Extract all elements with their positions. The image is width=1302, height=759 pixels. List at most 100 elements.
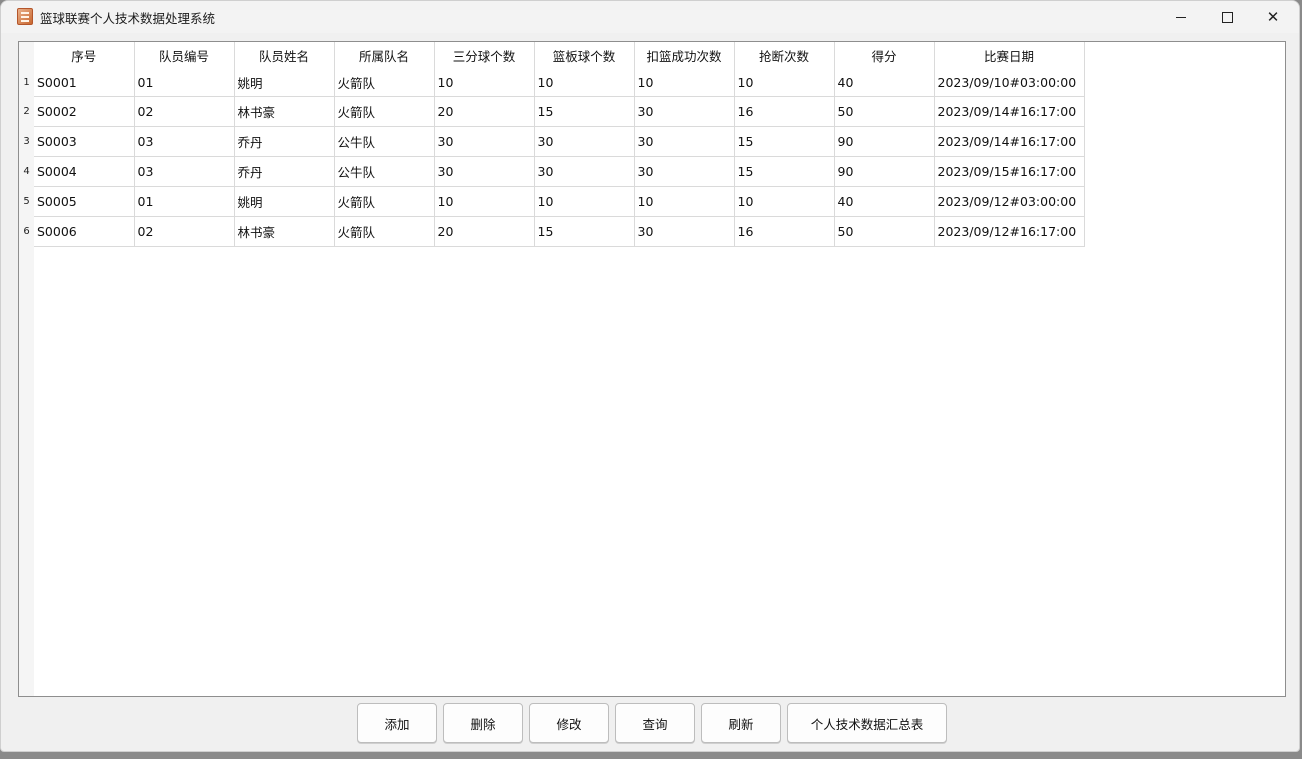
- table-cell[interactable]: 10: [734, 69, 835, 97]
- close-button[interactable]: ✕: [1250, 1, 1296, 33]
- table-cell[interactable]: 30: [634, 216, 735, 247]
- row-header[interactable]: 4: [19, 156, 34, 186]
- table-cell[interactable]: 30: [434, 156, 535, 187]
- table-cell[interactable]: 2023/09/12#16:17:00: [934, 216, 1085, 247]
- corner-cell[interactable]: [19, 42, 34, 69]
- column-header[interactable]: 序号: [34, 42, 135, 69]
- column-header[interactable]: 得分: [834, 42, 935, 69]
- table-row[interactable]: 3 S0003 03 乔丹 公牛队 30 30 30 15 90 2023/09/14#16:17:…: [19, 126, 1085, 157]
- delete-button[interactable]: 删除: [443, 703, 523, 743]
- table-row[interactable]: 2 S0002 02 林书豪 火箭队 20 15 30 16 50 2023/09/14#16:17…: [19, 96, 1085, 127]
- table-cell[interactable]: 40: [834, 69, 935, 97]
- table-cell[interactable]: 公牛队: [334, 126, 435, 157]
- table-cell[interactable]: S0005: [34, 186, 135, 217]
- table-cell[interactable]: 2023/09/14#16:17:00: [934, 126, 1085, 157]
- table-cell[interactable]: 公牛队: [334, 156, 435, 187]
- table-cell[interactable]: 03: [134, 126, 235, 157]
- maximize-button[interactable]: [1204, 1, 1250, 33]
- table-cell[interactable]: 10: [434, 186, 535, 217]
- table-cell[interactable]: 50: [834, 96, 935, 127]
- table-cell[interactable]: 2023/09/12#03:00:00: [934, 186, 1085, 217]
- column-header[interactable]: 三分球个数: [434, 42, 535, 69]
- table-cell[interactable]: S0001: [34, 69, 135, 97]
- row-header[interactable]: 6: [19, 216, 34, 246]
- header-row: 序号 队员编号 队员姓名 所属队名 三分球个数 篮板球个数 扣篮成功次数 抢断次数 得分 比赛日期: [19, 42, 1085, 69]
- table-cell[interactable]: 10: [534, 186, 635, 217]
- button-bar: 添加 删除 修改 查询 刷新 个人技术数据汇总表: [1, 703, 1299, 743]
- refresh-button[interactable]: 刷新: [701, 703, 781, 743]
- table-cell[interactable]: 火箭队: [334, 96, 435, 127]
- table-cell[interactable]: 火箭队: [334, 186, 435, 217]
- table-cell[interactable]: S0006: [34, 216, 135, 247]
- table-cell[interactable]: 2023/09/10#03:00:00: [934, 69, 1085, 97]
- table-cell[interactable]: 20: [434, 96, 535, 127]
- table-cell[interactable]: 50: [834, 216, 935, 247]
- table-cell[interactable]: 15: [534, 216, 635, 247]
- table-row[interactable]: 4 S0004 03 乔丹 公牛队 30 30 30 15 90 2023/09/15#16:17:…: [19, 156, 1085, 187]
- table-cell[interactable]: 90: [834, 156, 935, 187]
- table-cell[interactable]: 2023/09/15#16:17:00: [934, 156, 1085, 187]
- table-row[interactable]: 6 S0006 02 林书豪 火箭队 20 15 30 16 50 2023/09/12#16:17…: [19, 216, 1085, 247]
- column-header[interactable]: 扣篮成功次数: [634, 42, 735, 69]
- query-button[interactable]: 查询: [615, 703, 695, 743]
- table-cell[interactable]: 火箭队: [334, 69, 435, 97]
- edit-button[interactable]: 修改: [529, 703, 609, 743]
- minimize-icon: [1176, 16, 1186, 18]
- maximize-icon: [1221, 11, 1233, 23]
- table-cell[interactable]: 火箭队: [334, 216, 435, 247]
- data-table[interactable]: 序号 队员编号 队员姓名 所属队名 三分球个数 篮板球个数 扣篮成功次数 抢断次数 得分 比赛日期…: [18, 41, 1286, 697]
- column-header[interactable]: 队员姓名: [234, 42, 335, 69]
- table-cell[interactable]: 姚明: [234, 69, 335, 97]
- table-cell[interactable]: 16: [734, 216, 835, 247]
- table-cell[interactable]: 01: [134, 69, 235, 97]
- table-cell[interactable]: 30: [634, 126, 735, 157]
- table-cell[interactable]: 02: [134, 216, 235, 247]
- table-cell[interactable]: 10: [534, 69, 635, 97]
- table-cell[interactable]: 03: [134, 156, 235, 187]
- table-cell[interactable]: 2023/09/14#16:17:00: [934, 96, 1085, 127]
- main-window: 篮球联赛个人技术数据处理系统 ✕ 序号 队员编号 队员姓名 所属队名 三分球个数 篮板球个…: [0, 0, 1300, 752]
- row-header[interactable]: 2: [19, 96, 34, 126]
- table-cell[interactable]: 林书豪: [234, 96, 335, 127]
- table-cell[interactable]: 01: [134, 186, 235, 217]
- table-cell[interactable]: 林书豪: [234, 216, 335, 247]
- column-header[interactable]: 所属队名: [334, 42, 435, 69]
- row-header[interactable]: 1: [19, 69, 34, 96]
- column-header[interactable]: 队员编号: [134, 42, 235, 69]
- title-bar[interactable]: 篮球联赛个人技术数据处理系统 ✕: [1, 1, 1299, 33]
- table-cell[interactable]: 02: [134, 96, 235, 127]
- add-button[interactable]: 添加: [357, 703, 437, 743]
- table-cell[interactable]: 乔丹: [234, 156, 335, 187]
- table-cell[interactable]: 16: [734, 96, 835, 127]
- table-cell[interactable]: 90: [834, 126, 935, 157]
- app-icon: [17, 8, 33, 25]
- table-cell[interactable]: 15: [534, 96, 635, 127]
- column-header[interactable]: 篮板球个数: [534, 42, 635, 69]
- table-cell[interactable]: S0004: [34, 156, 135, 187]
- minimize-button[interactable]: [1158, 1, 1204, 33]
- table-cell[interactable]: 20: [434, 216, 535, 247]
- table-cell[interactable]: 30: [634, 156, 735, 187]
- column-header[interactable]: 抢断次数: [734, 42, 835, 69]
- table-cell[interactable]: 10: [434, 69, 535, 97]
- row-header[interactable]: 3: [19, 126, 34, 156]
- column-header[interactable]: 比赛日期: [934, 42, 1085, 69]
- summary-report-button[interactable]: 个人技术数据汇总表: [787, 703, 947, 743]
- table-cell[interactable]: 10: [634, 186, 735, 217]
- table-cell[interactable]: 姚明: [234, 186, 335, 217]
- table-cell[interactable]: 30: [534, 126, 635, 157]
- table-cell[interactable]: 30: [534, 156, 635, 187]
- table-cell[interactable]: 30: [434, 126, 535, 157]
- table-cell[interactable]: 30: [634, 96, 735, 127]
- table-cell[interactable]: 40: [834, 186, 935, 217]
- table-cell[interactable]: S0002: [34, 96, 135, 127]
- row-header[interactable]: 5: [19, 186, 34, 216]
- table-cell[interactable]: S0003: [34, 126, 135, 157]
- table-row[interactable]: 1 S0001 01 姚明 火箭队 10 10 10 10 40 2023/09/10#03:00:…: [19, 69, 1085, 97]
- table-cell[interactable]: 15: [734, 126, 835, 157]
- table-cell[interactable]: 15: [734, 156, 835, 187]
- table-cell[interactable]: 乔丹: [234, 126, 335, 157]
- table-row[interactable]: 5 S0005 01 姚明 火箭队 10 10 10 10 40 2023/09/12#03:00:…: [19, 186, 1085, 217]
- table-cell[interactable]: 10: [734, 186, 835, 217]
- table-cell[interactable]: 10: [634, 69, 735, 97]
